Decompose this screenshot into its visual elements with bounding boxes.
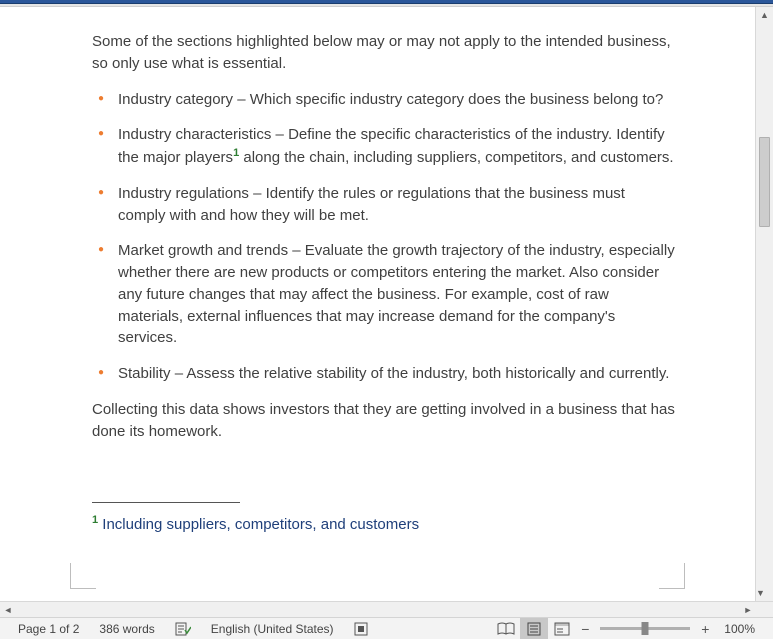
spellcheck-icon [175, 622, 191, 636]
list-item[interactable]: Industry category – Which specific indus… [92, 89, 675, 111]
page-indicator[interactable]: Page 1 of 2 [8, 618, 89, 639]
bullet-label: Industry characteristics [118, 126, 271, 143]
bullet-list: Industry category – Which specific indus… [92, 89, 675, 385]
web-layout-button[interactable] [548, 618, 576, 639]
zoom-out-button[interactable]: − [576, 621, 594, 637]
zoom-slider-handle[interactable] [642, 622, 649, 635]
footnote[interactable]: 1 Including suppliers, competitors, and … [92, 513, 675, 536]
status-bar: Page 1 of 2 386 words English (United St… [0, 617, 773, 639]
scrollbar-thumb[interactable] [759, 137, 770, 227]
spellcheck-button[interactable] [165, 618, 201, 639]
scroll-up-arrow-icon[interactable]: ▲ [756, 7, 773, 23]
read-mode-button[interactable] [492, 618, 520, 639]
list-item[interactable]: Industry regulations – Identify the rule… [92, 183, 675, 227]
bullet-label: Industry regulations [118, 185, 249, 202]
page: Some of the sections highlighted below m… [0, 7, 755, 601]
closing-paragraph[interactable]: Collecting this data shows investors tha… [92, 399, 675, 443]
list-item[interactable]: Stability – Assess the relative stabilit… [92, 363, 675, 385]
bullet-label: Stability [118, 365, 171, 382]
page-margin-corner [70, 563, 96, 589]
footnote-text: Including suppliers, competitors, and cu… [98, 516, 419, 533]
horizontal-scrollbar[interactable]: ◄ ► [0, 601, 773, 617]
intro-paragraph[interactable]: Some of the sections highlighted below m… [92, 31, 675, 75]
bullet-text-after: along the chain, including suppliers, co… [239, 149, 673, 166]
page-margin-corner [659, 563, 685, 589]
scroll-left-arrow-icon[interactable]: ◄ [0, 605, 16, 615]
word-count[interactable]: 386 words [89, 618, 164, 639]
scrollbar-track[interactable] [16, 602, 740, 617]
zoom-level[interactable]: 100% [714, 618, 765, 639]
bullet-text: Which specific industry category does th… [250, 91, 664, 108]
bullet-label: Industry category [118, 91, 233, 108]
zoom-slider[interactable] [600, 627, 690, 630]
vertical-scrollbar[interactable]: ▲ ▼ [755, 7, 773, 601]
read-mode-icon [497, 622, 515, 636]
bullet-text: Assess the relative stability of the ind… [186, 365, 669, 382]
language-indicator[interactable]: English (United States) [201, 618, 344, 639]
document-area[interactable]: Some of the sections highlighted below m… [0, 7, 755, 601]
footnote-separator [92, 502, 240, 503]
list-item[interactable]: Industry characteristics – Define the sp… [92, 124, 675, 169]
macro-button[interactable] [344, 618, 378, 639]
print-layout-icon [526, 622, 542, 636]
zoom-in-button[interactable]: + [696, 621, 714, 637]
bullet-label: Market growth and trends [118, 242, 288, 259]
scroll-right-arrow-icon[interactable]: ► [740, 605, 756, 615]
web-layout-icon [554, 622, 570, 636]
list-item[interactable]: Market growth and trends – Evaluate the … [92, 240, 675, 349]
scroll-down-arrow-icon[interactable]: ▼ [756, 585, 765, 601]
print-layout-button[interactable] [520, 618, 548, 639]
macro-icon [354, 622, 368, 636]
